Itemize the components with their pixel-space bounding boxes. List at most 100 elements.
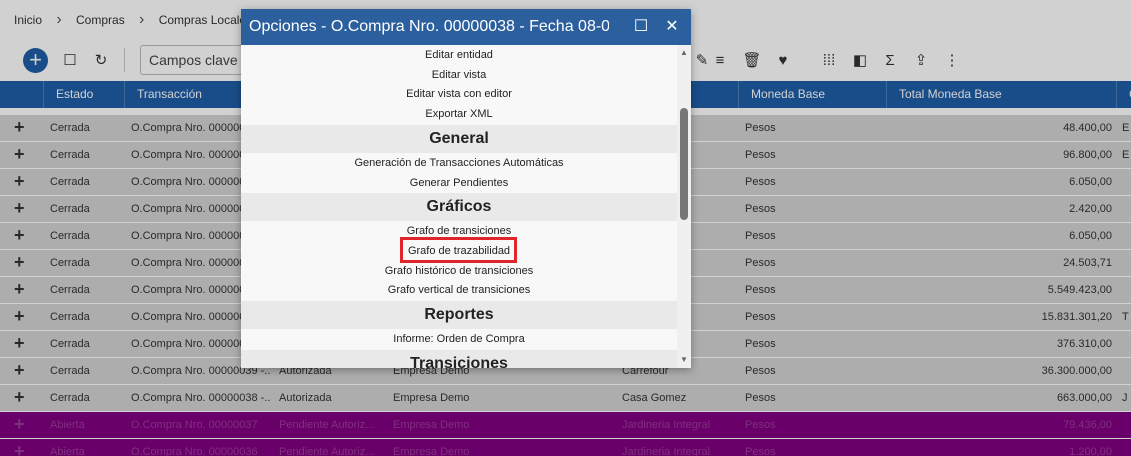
delete-button[interactable]: 🗑	[740, 48, 764, 72]
cell-moneda-base: Pesos	[745, 257, 776, 269]
scroll-up-icon[interactable]: ▲	[677, 47, 691, 59]
expand-row-icon[interactable]: +	[14, 169, 28, 196]
trash-icon: 🗑	[742, 52, 762, 69]
share-icon: ⇪	[914, 52, 928, 69]
expand-row-icon[interactable]: +	[14, 439, 28, 456]
maximize-icon: ☐	[633, 18, 649, 35]
cell-estado: Cerrada	[50, 338, 90, 350]
expand-row-icon[interactable]: +	[14, 115, 28, 142]
table-row[interactable]: + Cerrada O.Compra Nro. 00000038 -... Autor…	[0, 385, 1131, 412]
table-row[interactable]: + Abierta O.Compra Nro. 00000036 Pendiente …	[0, 439, 1131, 456]
option-menu-item[interactable]: Editar vista con editor	[241, 84, 677, 104]
cell-estado-autorizacion: Pendiente Autoriz...	[279, 446, 375, 456]
select-all-button[interactable]: ☐	[58, 48, 82, 72]
add-button[interactable]: +	[23, 48, 48, 73]
cell-estado: Cerrada	[50, 122, 90, 134]
sum-button[interactable]: Σ	[878, 48, 902, 72]
cell-extra	[1122, 331, 1131, 358]
option-menu-item[interactable]: Grafo vertical de transiciones	[241, 280, 677, 300]
cell-extra	[1122, 223, 1131, 250]
cell-moneda-base: Pesos	[745, 338, 776, 350]
cell-extra	[1122, 277, 1131, 304]
expand-row-icon[interactable]: +	[14, 223, 28, 250]
option-menu-item[interactable]: Informe: Orden de Compra	[241, 329, 677, 349]
cell-total-moneda-base: 48.400,00	[1063, 122, 1112, 134]
options-list: Editar entidad Editar vista Editar vista c…	[241, 45, 677, 368]
grid-icon: ⁞⁞⁞	[822, 51, 836, 69]
close-button[interactable]: ✕	[662, 17, 682, 37]
chevron-right-icon: ›	[56, 11, 62, 28]
cell-estado: Cerrada	[50, 365, 90, 377]
cell-total-moneda-base: 6.050,00	[1069, 230, 1112, 242]
cell-extra: E	[1122, 149, 1130, 161]
cell-moneda-base: Pesos	[745, 446, 776, 456]
pencil-icon: ✎	[695, 52, 709, 69]
expand-row-icon[interactable]: +	[14, 358, 28, 385]
cell-total-moneda-base: 15.831.301,20	[1041, 311, 1112, 323]
scroll-down-icon[interactable]: ▼	[677, 354, 691, 366]
column-header-transaccion[interactable]: Transacción	[124, 81, 244, 108]
options-section-header: Gráficos	[241, 193, 677, 222]
cell-transaccion: O.Compra Nro. 00000038 -...	[131, 392, 271, 404]
options-dialog: Opciones - O.Compra Nro. 00000038 - Fech…	[241, 9, 691, 368]
cell-moneda-base: Pesos	[745, 176, 776, 188]
cube-button[interactable]: ◧	[848, 48, 872, 72]
expand-row-icon[interactable]: +	[14, 385, 28, 412]
column-header-extra[interactable]: C	[1116, 81, 1131, 108]
expand-row-icon[interactable]: +	[14, 277, 28, 304]
filter-button[interactable]: ≡	[708, 48, 732, 72]
filter-icon: ≡	[715, 51, 725, 69]
maximize-button[interactable]: ☐	[631, 17, 651, 37]
cell-moneda-base: Pesos	[745, 284, 776, 296]
cell-total-moneda-base: 24.503,71	[1063, 257, 1112, 269]
cell-transaccion: O.Compra Nro. 00000037	[131, 419, 258, 431]
cell-total-moneda-base: 663.000,00	[1056, 392, 1112, 404]
cell-estado: Cerrada	[50, 284, 90, 296]
cell-estado: Cerrada	[50, 311, 90, 323]
cell-extra	[1122, 358, 1131, 385]
option-menu-item[interactable]: Exportar XML	[241, 104, 677, 124]
cell-total-moneda-base: 6.050,00	[1069, 176, 1112, 188]
refresh-button[interactable]: ↻	[89, 48, 113, 72]
key-fields-input[interactable]: Campos clave	[140, 45, 250, 75]
cell-estado-autorizacion: Pendiente Autoriz...	[279, 419, 375, 431]
cell-proveedor: Casa Gomez	[622, 392, 687, 404]
export-button[interactable]: ⇪	[909, 48, 933, 72]
option-menu-item[interactable]: Editar vista	[241, 65, 677, 85]
options-scrollbar[interactable]: ▲ ▼	[677, 45, 691, 368]
expand-row-icon[interactable]: +	[14, 250, 28, 277]
cell-estado: Cerrada	[50, 203, 90, 215]
option-menu-item[interactable]: Generar Pendientes	[241, 173, 677, 193]
breadcrumb-item-compras-locales[interactable]: Compras Locales	[157, 13, 254, 27]
option-grafo-trazabilidad[interactable]: Grafo de trazabilidad	[241, 241, 677, 261]
heart-icon: ♥	[778, 51, 788, 69]
column-header-total-moneda-base[interactable]: Total Moneda Base	[886, 81, 1116, 108]
cell-moneda-base: Pesos	[745, 365, 776, 377]
cell-extra	[1122, 439, 1131, 456]
cell-total-moneda-base: 36.300.000,00	[1041, 365, 1112, 377]
breadcrumb-item-inicio[interactable]: Inicio	[12, 13, 44, 27]
dialog-title: Opciones - O.Compra Nro. 00000038 - Fech…	[249, 18, 609, 35]
more-options-button[interactable]: ⋮	[940, 48, 964, 72]
close-icon: ✕	[665, 18, 679, 35]
column-header-estado[interactable]: Estado	[43, 81, 124, 108]
column-header-moneda-base[interactable]: Moneda Base	[738, 81, 886, 108]
cell-moneda-base: Pesos	[745, 311, 776, 323]
expand-row-icon[interactable]: +	[14, 142, 28, 169]
breadcrumb-item-compras[interactable]: Compras	[74, 13, 127, 27]
table-row[interactable]: + Abierta O.Compra Nro. 00000037 Pendiente …	[0, 412, 1131, 439]
scrollbar-thumb[interactable]	[680, 108, 688, 220]
plus-icon: +	[29, 47, 42, 72]
option-menu-item[interactable]: Generación de Transacciones Automáticas	[241, 153, 677, 173]
cell-total-moneda-base: 376.310,00	[1056, 338, 1112, 350]
cell-transaccion: O.Compra Nro. 00000036	[131, 446, 258, 456]
expand-row-icon[interactable]: +	[14, 304, 28, 331]
option-menu-item[interactable]: Editar entidad	[241, 45, 677, 65]
option-menu-item[interactable]: Grafo histórico de transiciones	[241, 261, 677, 281]
favorite-button[interactable]: ♥	[771, 48, 795, 72]
expand-row-icon[interactable]: +	[14, 412, 28, 439]
expand-row-icon[interactable]: +	[14, 331, 28, 358]
expand-row-icon[interactable]: +	[14, 196, 28, 223]
options-section-header: Transiciones	[241, 349, 677, 368]
grid-view-button[interactable]: ⁞⁞⁞	[817, 48, 841, 72]
